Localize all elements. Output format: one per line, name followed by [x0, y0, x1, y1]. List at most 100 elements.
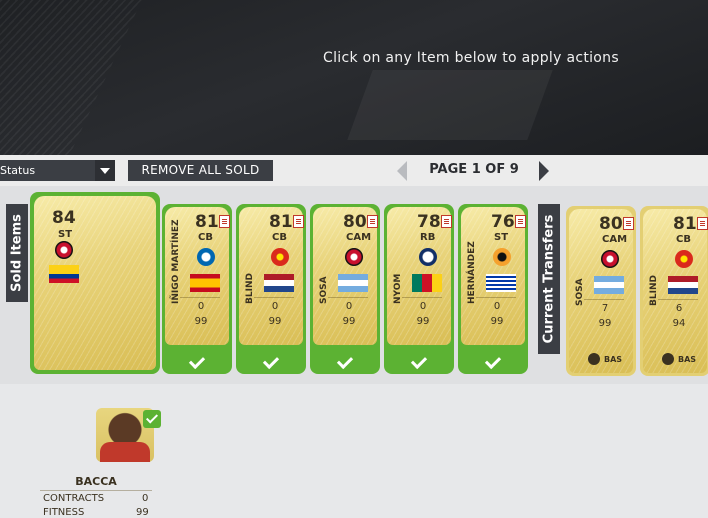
club-badge-icon — [419, 248, 437, 266]
selected-check-icon — [143, 410, 161, 428]
player-name: BLIND — [245, 273, 255, 304]
player-name: NYOM — [393, 273, 403, 304]
player-rating: 80 — [343, 212, 367, 232]
next-page-icon[interactable] — [539, 161, 549, 181]
banner-stripes — [0, 0, 147, 155]
player-position: CB — [272, 232, 287, 243]
chemistry-style-label: BAS — [678, 355, 697, 364]
fitness-value: 99 — [342, 316, 356, 327]
netherlands-flag-icon — [668, 276, 698, 294]
sold-check-bar — [458, 348, 528, 374]
club-badge-icon — [493, 248, 511, 266]
contract-icon — [697, 217, 708, 230]
check-icon — [188, 352, 206, 370]
fitness-value: 99 — [194, 316, 208, 327]
sold-check-bar — [236, 348, 306, 374]
contract-icon — [441, 215, 452, 228]
transfer-toolbar: Status REMOVE ALL SOLD PAGE 1 OF 9 — [0, 155, 708, 186]
card-divider — [402, 297, 442, 298]
club-badge-icon — [55, 241, 73, 259]
contracts-label: CONTRACTS — [43, 493, 105, 504]
contracts-value: 0 — [345, 301, 353, 312]
fitness-value: 99 — [136, 507, 149, 518]
player-position: ST — [494, 232, 509, 243]
check-icon — [484, 352, 502, 370]
uruguay-flag-icon — [486, 274, 516, 292]
contract-icon — [623, 217, 634, 230]
card-divider — [254, 297, 294, 298]
club-badge-icon — [675, 250, 693, 268]
player-position: CB — [198, 232, 213, 243]
club-badge-icon — [601, 250, 619, 268]
check-icon — [410, 352, 428, 370]
contracts-value: 0 — [493, 301, 501, 312]
contracts-value: 0 — [271, 301, 279, 312]
card-divider — [328, 297, 368, 298]
colombia-flag-icon — [49, 265, 79, 283]
player-name: BACCA — [75, 475, 117, 488]
player-rating: 80 — [599, 214, 623, 234]
club-badge-icon — [345, 248, 363, 266]
chemistry-style-icon — [588, 353, 600, 365]
contracts-value: 7 — [601, 303, 609, 314]
fitness-value: 99 — [598, 318, 612, 329]
club-badge-icon — [271, 248, 289, 266]
contracts-value: 0 — [419, 301, 427, 312]
prev-page-icon[interactable] — [397, 161, 407, 181]
current-transfers-label: Current Transfers — [538, 204, 560, 354]
contracts-value: 6 — [675, 303, 683, 314]
contract-icon — [293, 215, 304, 228]
page-indicator: PAGE 1 OF 9 — [429, 162, 519, 177]
status-dropdown[interactable]: Status — [0, 160, 115, 181]
instruction-message: Click on any Item below to apply actions — [323, 50, 619, 66]
chevron-down-icon[interactable] — [95, 160, 115, 181]
player-rating: 81 — [195, 212, 219, 232]
argentina-flag-icon — [594, 276, 624, 294]
spain-flag-icon — [190, 274, 220, 292]
player-position: CAM — [346, 232, 372, 243]
remove-all-sold-button[interactable]: REMOVE ALL SOLD — [128, 160, 273, 181]
contract-icon — [515, 215, 526, 228]
contract-icon — [219, 215, 230, 228]
chemistry-style-label: BAS — [604, 355, 623, 364]
sold-check-bar — [310, 348, 380, 374]
cameroon-flag-icon — [412, 274, 442, 292]
contracts-value: 0 — [142, 493, 149, 504]
items-shelf: Sold Items Current Transfers 84 ST BACCA… — [0, 186, 708, 518]
fitness-value: 99 — [416, 316, 430, 327]
player-position: RB — [420, 232, 436, 243]
card-divider — [658, 299, 698, 300]
featured-player-card[interactable] — [30, 192, 160, 374]
player-name: SOSA — [319, 276, 329, 304]
netherlands-flag-icon — [264, 274, 294, 292]
sold-check-bar — [162, 348, 232, 374]
card-divider — [40, 490, 152, 491]
check-icon — [262, 352, 280, 370]
chemistry-style-icon — [662, 353, 674, 365]
top-banner: Click on any Item below to apply actions — [0, 0, 708, 155]
sold-items-label: Sold Items — [6, 204, 28, 302]
player-name: IÑIGO MARTÍNEZ — [171, 219, 181, 304]
argentina-flag-icon — [338, 274, 368, 292]
card-divider — [180, 297, 220, 298]
sold-check-bar — [384, 348, 454, 374]
contracts-value: 0 — [197, 301, 205, 312]
player-position: CB — [676, 234, 691, 245]
player-rating: 76 — [491, 212, 515, 232]
fitness-value: 94 — [672, 318, 686, 329]
player-name: HERNÁNDEZ — [467, 241, 477, 304]
card-divider — [584, 299, 624, 300]
fitness-value: 99 — [268, 316, 282, 327]
player-position: ST — [58, 229, 73, 240]
banner-glow — [347, 70, 553, 140]
player-rating: 81 — [673, 214, 697, 234]
player-name: BLIND — [649, 275, 659, 306]
status-value: Status — [0, 164, 36, 177]
card-divider — [476, 297, 516, 298]
player-rating: 78 — [417, 212, 441, 232]
contract-icon — [367, 215, 378, 228]
player-position: CAM — [602, 234, 628, 245]
fitness-value: 99 — [490, 316, 504, 327]
player-rating: 81 — [269, 212, 293, 232]
club-badge-icon — [197, 248, 215, 266]
